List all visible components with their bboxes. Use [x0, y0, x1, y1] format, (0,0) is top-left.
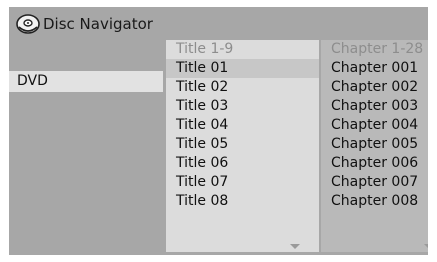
chapter-scroll-down-icon[interactable]: [424, 244, 428, 249]
title-item-03[interactable]: Title 03: [166, 97, 319, 116]
chapter-list: Chapter 1-28 Chapter 001 Chapter 002 Cha…: [321, 40, 428, 211]
chapter-item-006[interactable]: Chapter 006: [321, 154, 428, 173]
title-range-header: Title 1-9: [176, 41, 234, 57]
title-item-06[interactable]: Title 06: [166, 154, 319, 173]
title-item-02[interactable]: Title 02: [166, 78, 319, 97]
title-list: Title 1-9 Title 01 Title 02 Title 03 Tit…: [166, 40, 319, 211]
title-item-07[interactable]: Title 07: [166, 173, 319, 192]
chapter-item-003[interactable]: Chapter 003: [321, 97, 428, 116]
chapter-item-004[interactable]: Chapter 004: [321, 116, 428, 135]
title-scroll-down-icon[interactable]: [290, 244, 300, 249]
window-title: Disc Navigator: [43, 15, 153, 33]
source-selector[interactable]: DVD: [9, 71, 163, 92]
title-item-04[interactable]: Title 04: [166, 116, 319, 135]
chapter-item-005[interactable]: Chapter 005: [321, 135, 428, 154]
chapter-range-header: Chapter 1-28: [331, 41, 424, 57]
chapter-item-007[interactable]: Chapter 007: [321, 173, 428, 192]
title-list-panel[interactable]: Title 1-9 Title 01 Title 02 Title 03 Tit…: [166, 40, 319, 252]
title-item-01[interactable]: Title 01: [166, 59, 319, 78]
title-bar: Disc Navigator: [9, 7, 175, 40]
chapter-item-002[interactable]: Chapter 002: [321, 78, 428, 97]
disc-icon: [15, 13, 41, 35]
chapter-item-001[interactable]: Chapter 001: [321, 59, 428, 78]
chapter-item-008[interactable]: Chapter 008: [321, 192, 428, 211]
disc-navigator-screen: Disc Navigator DVD Title 1-9 Title 01 Ti…: [9, 7, 428, 255]
title-item-05[interactable]: Title 05: [166, 135, 319, 154]
source-label: DVD: [17, 73, 48, 89]
chapter-list-panel[interactable]: Chapter 1-28 Chapter 001 Chapter 002 Cha…: [321, 40, 428, 252]
title-item-08[interactable]: Title 08: [166, 192, 319, 211]
